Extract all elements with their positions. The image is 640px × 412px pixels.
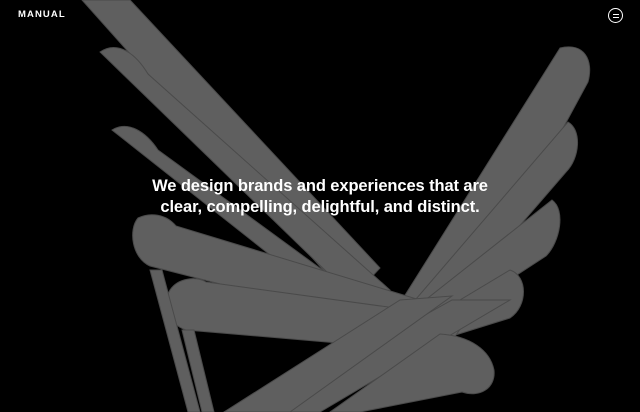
- menu-icon[interactable]: [608, 8, 623, 23]
- menu-line-top: [612, 13, 619, 15]
- menu-line-bottom: [612, 16, 619, 18]
- hero-headline: We design brands and experiences that ar…: [152, 177, 488, 216]
- brand-logo[interactable]: MANUAL: [18, 9, 66, 20]
- page: MANUAL We design brands and experiences …: [0, 0, 640, 412]
